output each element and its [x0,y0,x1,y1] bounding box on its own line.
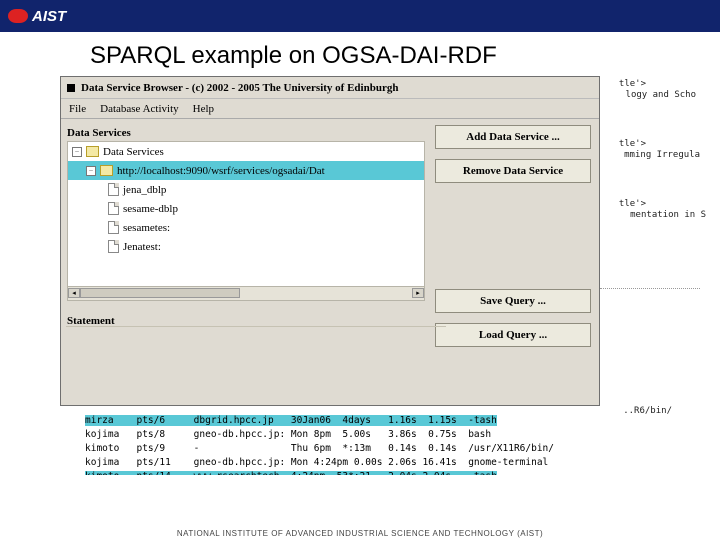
app-topbar: AIST [0,0,720,32]
data-service-browser-window: Data Service Browser - (c) 2002 - 2005 T… [60,76,600,406]
tree-root-label: Data Services [103,146,164,158]
collapse-icon[interactable]: − [72,147,82,157]
bg-code-7: ..R6/bin/ [623,406,672,416]
tree-url-label: http://localhost:9090/wsrf/services/ogsa… [117,165,325,177]
bg-code-5: tle'> [619,199,646,209]
bg-code-4: mming Irregula [624,150,700,160]
button-label: Load Query ... [479,329,547,341]
brand-name: AIST [32,8,66,25]
tree-child-jenatest[interactable]: Jenatest: [68,237,424,256]
spacer [435,193,591,279]
terminal-listing: mirza pts/6 dbgrid.hpcc.jp 30Jan06 4days… [85,414,554,484]
tree-child-label: sesame-dblp [123,203,178,215]
terminal-overlay-cut [62,475,657,483]
right-pane: Add Data Service ... Remove Data Service… [431,119,599,405]
document-icon [108,221,119,234]
divider-dots [600,288,700,289]
document-icon [108,202,119,215]
menu-file[interactable]: File [69,103,86,115]
bg-code-6: mentation in S [630,210,706,220]
menu-database-activity[interactable]: Database Activity [100,103,179,115]
scroll-left-icon[interactable]: ◂ [68,288,80,298]
document-icon [108,183,119,196]
tree-hscrollbar[interactable]: ◂ ▸ [68,286,424,300]
button-label: Save Query ... [480,295,546,307]
brand-logo: AIST [8,8,66,25]
brand-mark-icon [8,9,28,23]
data-services-label: Data Services [67,127,425,139]
save-query-button[interactable]: Save Query ... [435,289,591,313]
remove-data-service-button[interactable]: Remove Data Service [435,159,591,183]
who-header: mirza pts/6 dbgrid.hpcc.jp 30Jan06 4days… [85,415,497,426]
tree-child-label: Jenatest: [123,241,161,253]
window-icon [67,84,75,92]
scroll-right-icon[interactable]: ▸ [412,288,424,298]
add-data-service-button[interactable]: Add Data Service ... [435,125,591,149]
button-label: Add Data Service ... [466,131,560,143]
collapse-icon[interactable]: − [86,166,96,176]
tree-child-label: sesametes: [123,222,170,234]
who-row: kimoto pts/9 - Thu 6pm *:13m 0.14s 0.14s… [85,443,554,454]
footer-text: NATIONAL INSTITUTE OF ADVANCED INDUSTRIA… [177,529,543,538]
document-icon [108,240,119,253]
left-pane: Data Services − Data Services − [61,119,431,405]
button-label: Remove Data Service [463,165,563,177]
slide-title: SPARQL example on OGSA-DAI-RDF [0,32,720,76]
bg-code-1: tle'> [619,79,646,89]
folder-icon [100,165,113,176]
menubar: File Database Activity Help [61,99,599,119]
tree-child-sesame-dblp[interactable]: sesame-dblp [68,199,424,218]
bg-code-2: logy and Scho [626,90,696,100]
folder-icon [86,146,99,157]
footer: NATIONAL INSTITUTE OF ADVANCED INDUSTRIA… [0,529,720,538]
tree-child-label: jena_dblp [123,184,166,196]
menu-help[interactable]: Help [193,103,214,115]
tree-service-url[interactable]: − http://localhost:9090/wsrf/services/og… [68,161,424,180]
who-row: kojima pts/8 gneo-db.hpcc.jp: Mon 8pm 5.… [85,429,491,440]
scroll-thumb[interactable] [80,288,240,298]
who-row: kojima pts/11 gneo-db.hpcc.jp: Mon 4:24p… [85,457,548,468]
load-query-button[interactable]: Load Query ... [435,323,591,347]
tree-root[interactable]: − Data Services [68,142,424,161]
stage: tle'> logy and Scho tle'> mming Irregula… [0,76,720,516]
window-title: Data Service Browser - (c) 2002 - 2005 T… [81,82,398,94]
data-services-tree[interactable]: − Data Services − http://localhost:9090/… [67,141,425,301]
tree-child-sesametes[interactable]: sesametes: [68,218,424,237]
bg-code-3: tle'> [619,139,646,149]
statement-underline [66,326,446,327]
tree-child-jena-dblp[interactable]: jena_dblp [68,180,424,199]
window-titlebar[interactable]: Data Service Browser - (c) 2002 - 2005 T… [61,77,599,99]
